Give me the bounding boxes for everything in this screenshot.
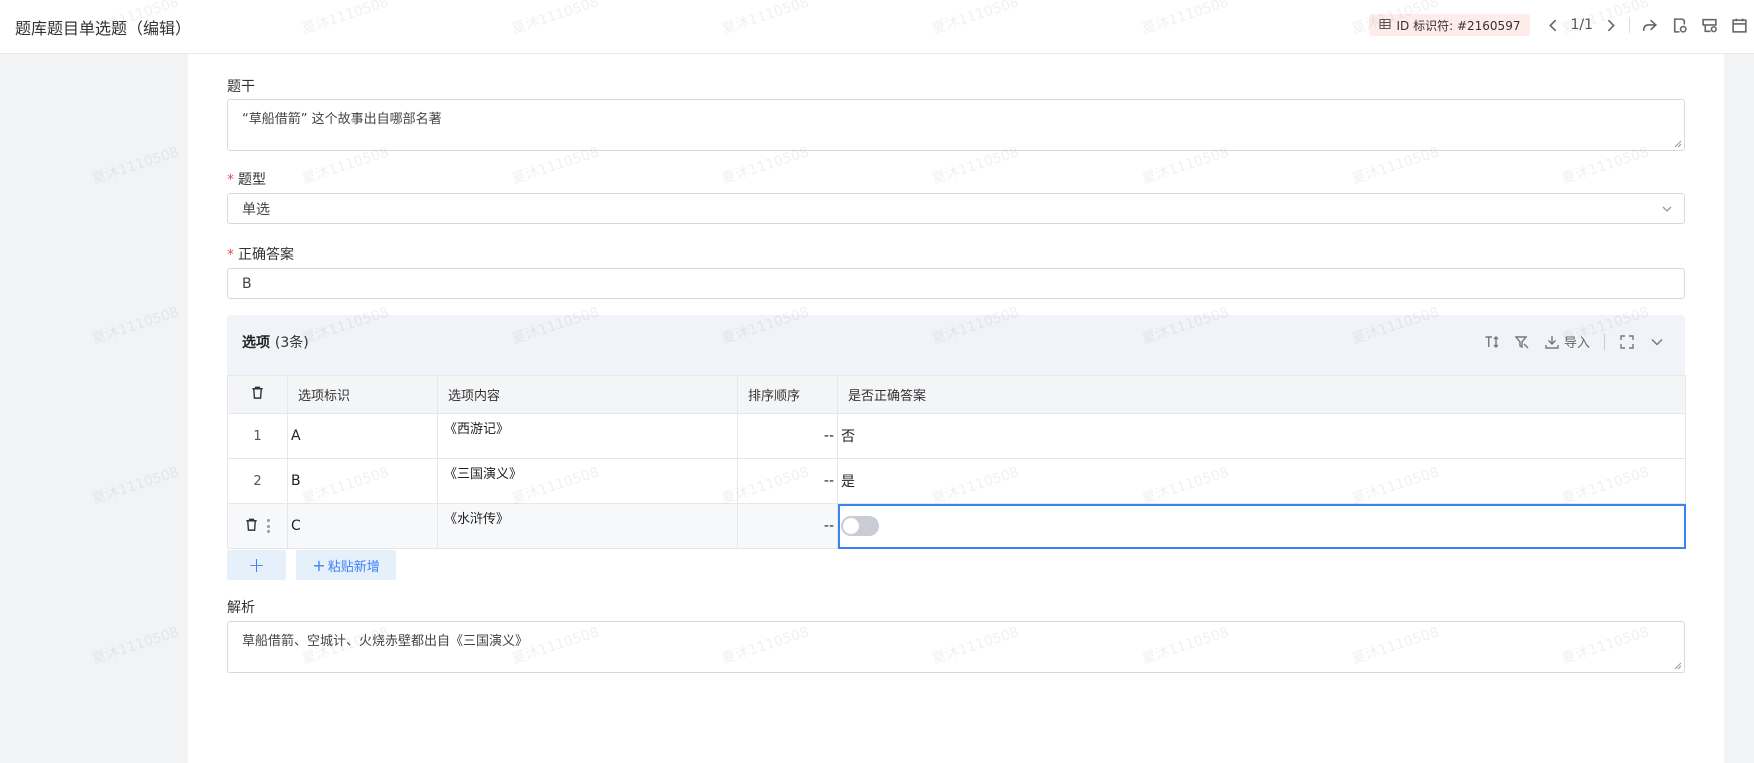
option-ident-cell[interactable]: B xyxy=(287,458,438,504)
text-height-icon xyxy=(1485,335,1499,348)
stem-value: “草船借箭” 这个故事出自哪部名著 xyxy=(242,112,442,127)
options-title: 选项 (3条) xyxy=(242,332,309,352)
chevron-down-icon xyxy=(1662,206,1672,212)
resize-handle-icon[interactable] xyxy=(1674,662,1682,670)
watermark-text: 夏沐1110508 xyxy=(90,304,181,348)
option-content-cell[interactable]: 《三国演义》 xyxy=(437,458,738,504)
row-height-button[interactable] xyxy=(1484,334,1500,350)
delete-all-header[interactable] xyxy=(227,375,288,414)
option-ident-cell[interactable]: A xyxy=(287,413,438,459)
divider xyxy=(1629,17,1630,33)
row-index: 1 xyxy=(227,413,288,459)
analysis-label: 解析 xyxy=(227,600,255,616)
page-title: 题库题目单选题（编辑） xyxy=(15,19,192,38)
analysis-textarea[interactable]: 草船借箭、空城计、火烧赤壁都出自《三国演义》 xyxy=(227,621,1685,673)
document-button[interactable] xyxy=(1664,12,1694,38)
analysis-value: 草船借箭、空城计、火烧赤壁都出自《三国演义》 xyxy=(242,634,529,649)
option-correct-cell[interactable]: 否 xyxy=(837,413,1686,459)
header-actions: ID 标识符: #2160597 1/1 xyxy=(1368,12,1754,38)
divider xyxy=(1604,333,1605,350)
options-table: 选项标识 选项内容 排序顺序 是否正确答案 1 A 《西游记》 -- 否 2 B… xyxy=(227,375,1686,549)
stem-label: 题干 xyxy=(227,79,255,95)
trash-icon[interactable] xyxy=(250,386,265,404)
watermark-text: 夏沐1110508 xyxy=(90,624,181,668)
top-bar: 题库题目单选题（编辑） ID 标识符: #2160597 1/1 xyxy=(0,0,1754,54)
required-mark: * xyxy=(227,247,234,263)
table-row: C 《水浒传》 -- xyxy=(227,503,1686,549)
share-button[interactable] xyxy=(1634,12,1664,38)
type-value: 单选 xyxy=(242,201,270,218)
option-order-cell[interactable]: -- xyxy=(737,503,838,549)
options-header: 选项 (3条) 导入 xyxy=(227,315,1685,375)
type-label: * 题型 xyxy=(227,169,266,189)
row-index: 2 xyxy=(227,458,288,504)
plus-icon: + xyxy=(312,555,326,575)
chevron-right-icon xyxy=(1607,19,1615,31)
import-button[interactable]: 导入 xyxy=(1544,332,1590,351)
table-row: 1 A 《西游记》 -- 否 xyxy=(227,413,1686,459)
add-row-button[interactable]: + xyxy=(227,550,286,580)
fullscreen-icon xyxy=(1620,334,1634,349)
stem-textarea[interactable]: “草船借箭” 这个故事出自哪部名著 xyxy=(227,99,1685,151)
options-count: (3条) xyxy=(274,335,309,351)
import-label: 导入 xyxy=(1563,336,1590,351)
answer-label-text: 正确答案 xyxy=(238,247,294,263)
row-tools-cell xyxy=(227,503,288,549)
column-header: 选项内容 xyxy=(437,375,738,414)
calendar-button[interactable] xyxy=(1724,12,1754,38)
option-ident-cell[interactable]: C xyxy=(287,503,438,549)
chevron-down-icon xyxy=(1651,338,1663,345)
pager-text: 1/1 xyxy=(1570,17,1593,33)
paste-add-button[interactable]: + 粘贴新增 xyxy=(296,550,396,580)
share-icon xyxy=(1642,19,1657,31)
drag-handle-icon[interactable] xyxy=(267,519,271,533)
type-label-text: 题型 xyxy=(238,172,266,188)
answer-value: B xyxy=(242,275,252,292)
watermark-text: 夏沐1110508 xyxy=(90,464,181,508)
option-correct-cell[interactable]: 是 xyxy=(837,458,1686,504)
printer-icon xyxy=(1701,18,1717,32)
print-button[interactable] xyxy=(1694,12,1724,38)
correct-answer-toggle[interactable] xyxy=(841,516,879,536)
options-toolbar: 导入 xyxy=(1484,332,1665,351)
option-correct-cell[interactable] xyxy=(837,503,1686,549)
id-label: ID 标识符: #2160597 xyxy=(1396,18,1521,33)
delete-row-icon[interactable] xyxy=(244,517,259,536)
option-order-cell[interactable]: -- xyxy=(737,413,838,459)
filter-button[interactable] xyxy=(1514,334,1530,350)
type-select[interactable]: 单选 xyxy=(227,193,1685,224)
options-subtable: 选项 (3条) 导入 选项标识 选项内容 排序顺序 是否正确答案 1 A 《西游… xyxy=(227,315,1686,580)
option-order-cell[interactable]: -- xyxy=(737,458,838,504)
table-icon xyxy=(1379,18,1391,33)
watermark-text: 夏沐1110508 xyxy=(90,144,181,188)
column-header: 是否正确答案 xyxy=(837,375,1686,414)
column-header: 排序顺序 xyxy=(737,375,838,414)
chevron-left-icon xyxy=(1549,19,1557,31)
download-icon xyxy=(1545,335,1559,349)
answer-input[interactable]: B xyxy=(227,268,1685,299)
table-row: 2 B 《三国演义》 -- 是 xyxy=(227,458,1686,504)
column-header: 选项标识 xyxy=(287,375,438,414)
filter-icon xyxy=(1514,335,1529,348)
next-record-button[interactable] xyxy=(1595,12,1625,38)
document-settings-icon xyxy=(1673,17,1687,33)
required-mark: * xyxy=(227,172,234,188)
calendar-icon xyxy=(1731,18,1747,33)
id-badge: ID 标识符: #2160597 xyxy=(1368,14,1531,36)
table-header-row: 选项标识 选项内容 排序顺序 是否正确答案 xyxy=(227,375,1686,414)
answer-label: * 正确答案 xyxy=(227,244,294,264)
option-content-cell[interactable]: 《西游记》 xyxy=(437,413,738,459)
option-content-cell[interactable]: 《水浒传》 xyxy=(437,503,738,549)
prev-record-button[interactable] xyxy=(1538,12,1568,38)
options-title-text: 选项 xyxy=(242,335,270,351)
paste-add-label: 粘贴新增 xyxy=(327,559,380,575)
resize-handle-icon[interactable] xyxy=(1674,140,1682,148)
add-row-actions: + + 粘贴新增 xyxy=(227,550,1685,580)
collapse-button[interactable] xyxy=(1649,334,1665,350)
fullscreen-button[interactable] xyxy=(1619,334,1635,350)
